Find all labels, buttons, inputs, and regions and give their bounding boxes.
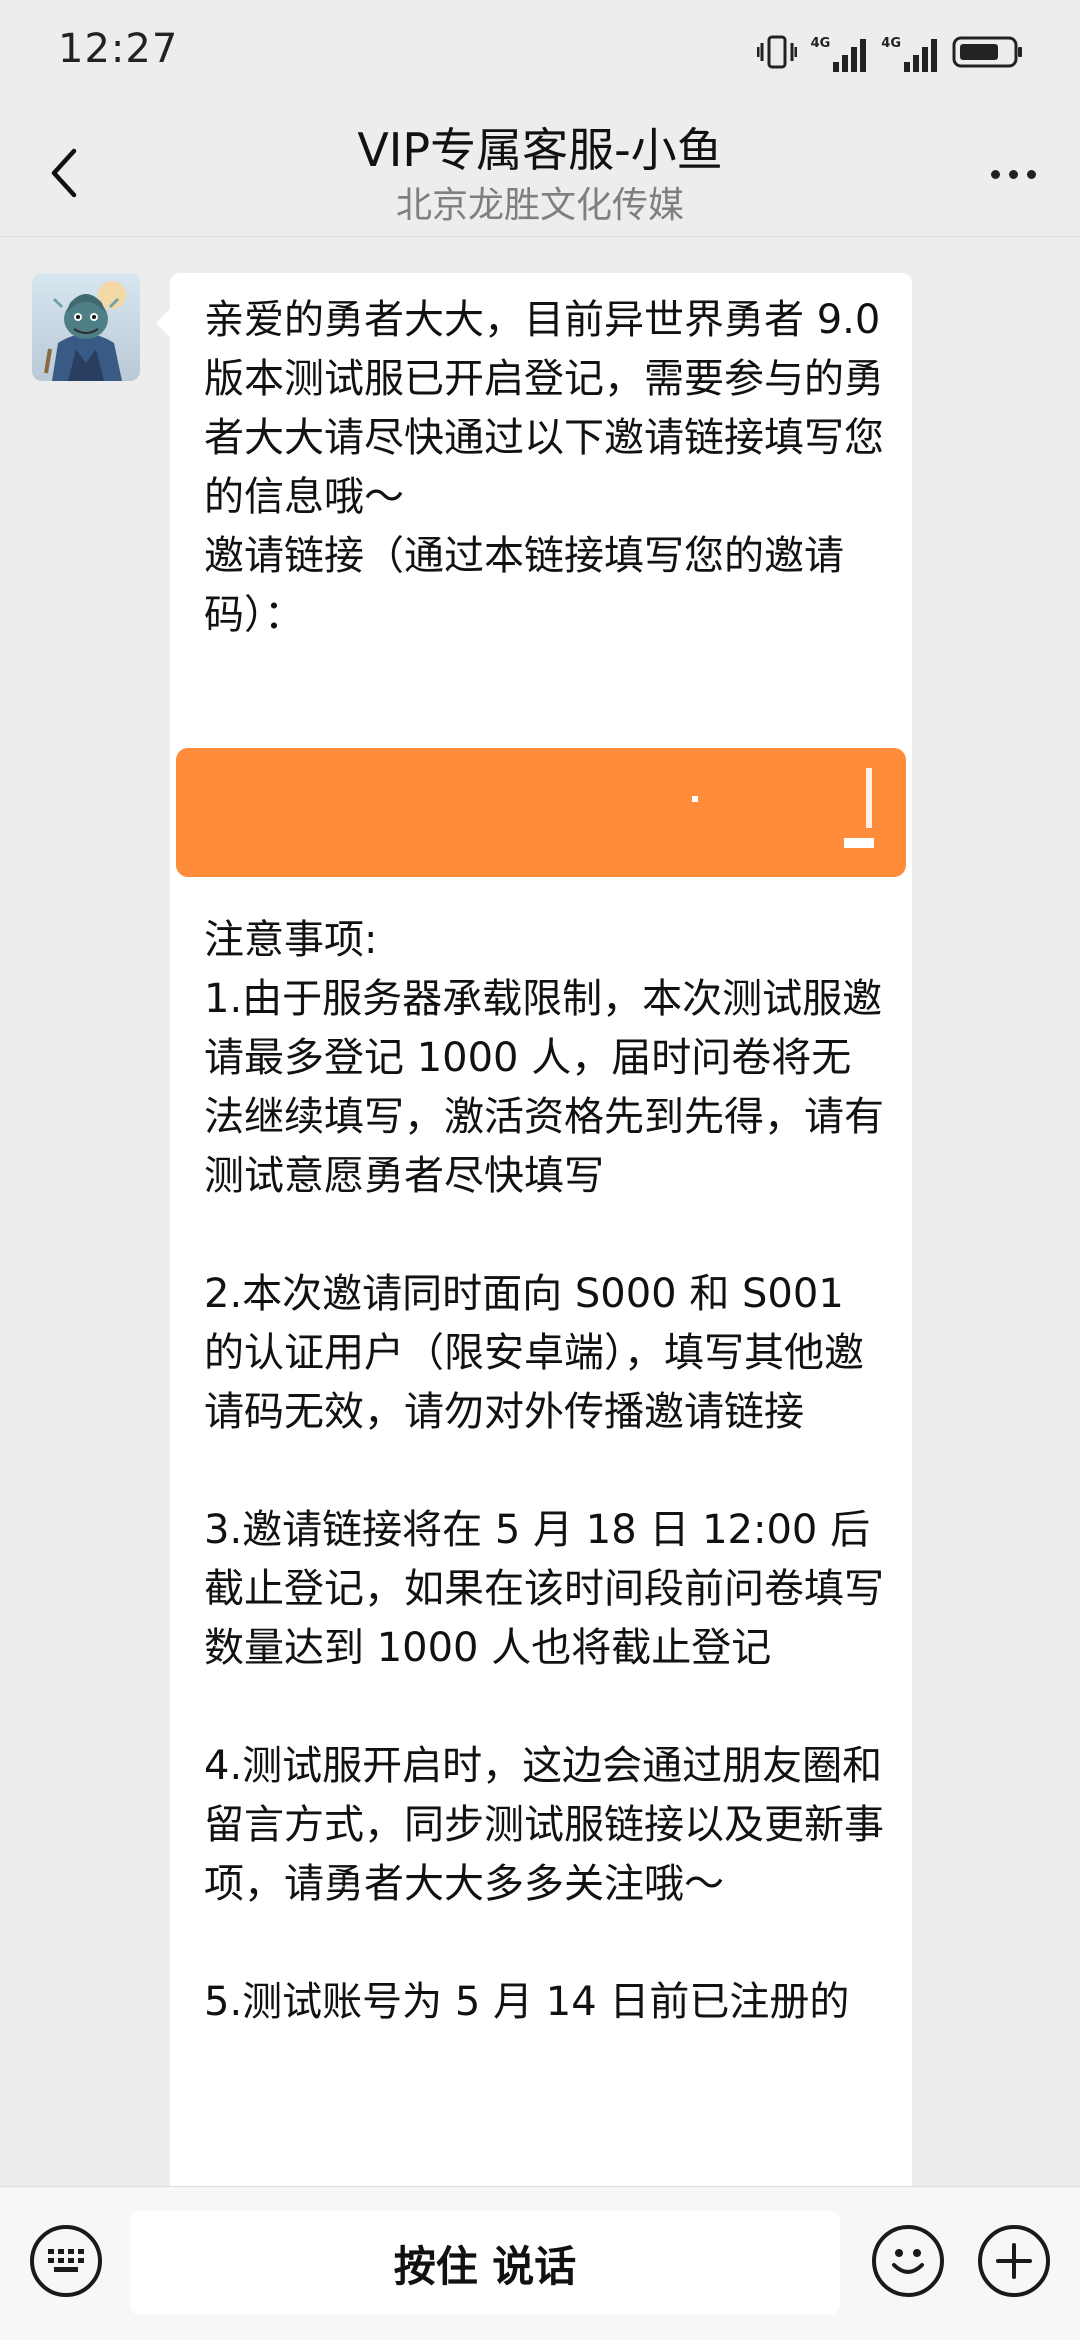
vibrate-icon: [756, 33, 798, 75]
signal-4g-icon: 4G: [811, 36, 868, 72]
more-options-button[interactable]: [968, 144, 1058, 204]
more-functions-button[interactable]: [978, 2225, 1050, 2297]
emoji-button[interactable]: [872, 2225, 944, 2297]
signal-4g-icon: 4G: [881, 36, 938, 72]
chat-title: VIP专属客服-小鱼: [357, 123, 723, 177]
status-bar: 12:27 4G 4G: [0, 0, 1080, 110]
status-icons: 4G 4G: [756, 33, 1024, 75]
chat-header: VIP专属客服-小鱼 北京龙胜文化传媒: [0, 110, 1080, 236]
battery-icon: [952, 34, 1024, 74]
emoji-smile-icon: [892, 2249, 924, 2274]
status-time: 12:27: [58, 26, 179, 72]
message-intro-text: 亲爱的勇者大大，目前异世界勇者 9.0 版本测试服已开启登记，需要参与的勇者大大…: [204, 297, 884, 638]
chat-message-list[interactable]: 亲爱的勇者大大，目前异世界勇者 9.0 版本测试服已开启登记，需要参与的勇者大大…: [0, 237, 1080, 2186]
chat-subtitle: 北京龙胜文化传媒: [395, 185, 684, 226]
hold-to-talk-button[interactable]: 按住 说话: [130, 2211, 840, 2315]
plus-circle-icon: [996, 2243, 1032, 2279]
message-notes-text: 注意事项: 1.由于服务器承载限制，本次测试服邀请最多登记 1000 人，届时问…: [204, 917, 884, 2025]
more-horizontal-icon: [990, 169, 1000, 179]
message-bubble[interactable]: 亲爱的勇者大大，目前异世界勇者 9.0 版本测试服已开启登记，需要参与的勇者大大…: [156, 273, 912, 2186]
input-bar: 按住 说话: [0, 2186, 1080, 2340]
invite-link-highlight[interactable]: [176, 748, 906, 877]
keyboard-toggle-button[interactable]: [30, 2225, 102, 2297]
avatar[interactable]: [32, 273, 140, 381]
keyboard-icon: [48, 2249, 84, 2272]
